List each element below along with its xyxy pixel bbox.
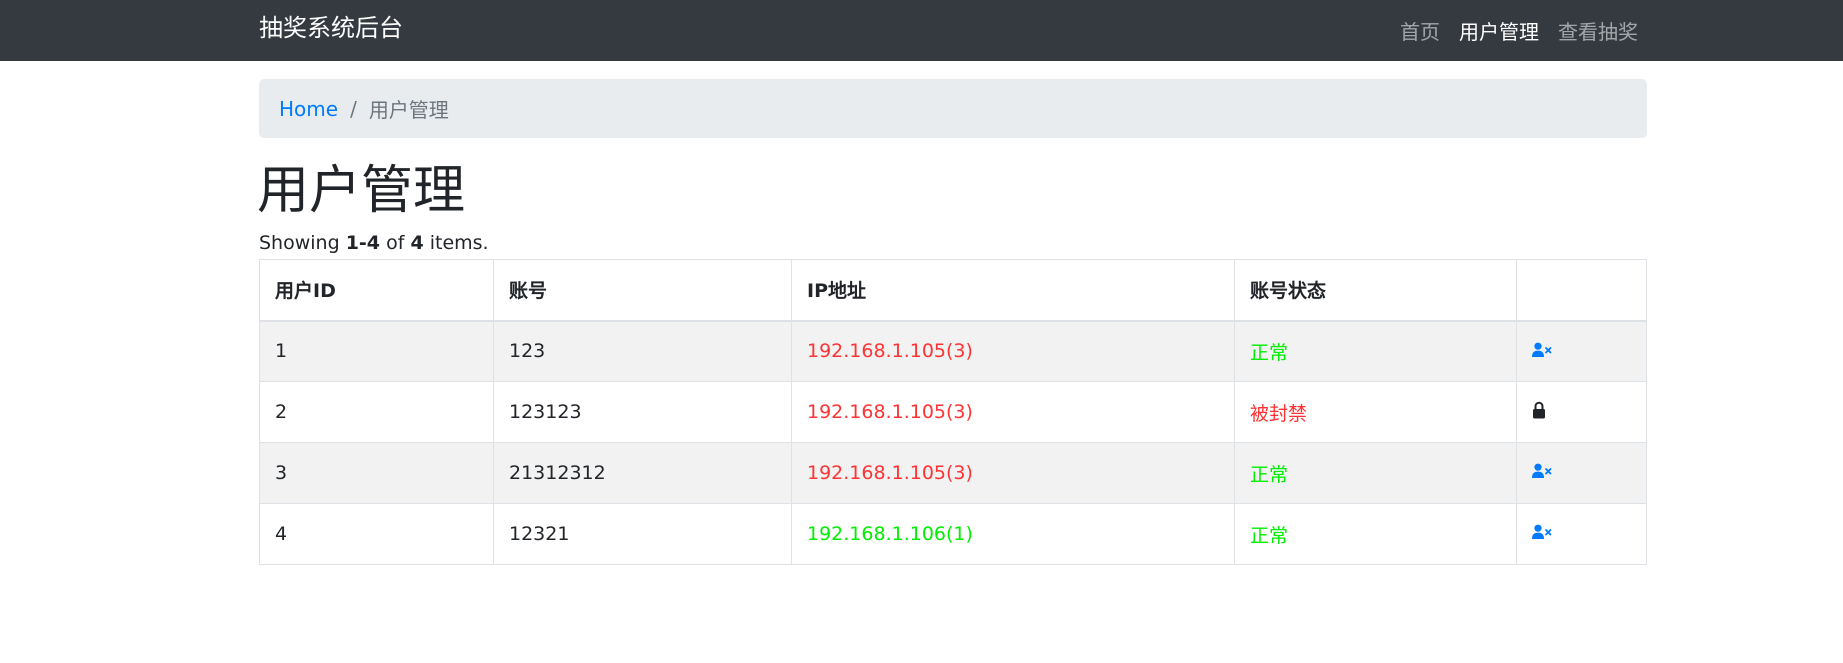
user-ban-icon[interactable]	[1532, 341, 1552, 363]
table-row: 2 123123 192.168.1.105(3) 被封禁	[259, 381, 1647, 443]
summary-suffix: items.	[429, 232, 489, 254]
user-ban-icon[interactable]	[1532, 523, 1552, 545]
lock-icon[interactable]	[1532, 401, 1546, 424]
users-table: 用户ID 账号 IP地址 账号状态 1 123 192.168.1.105(3)…	[259, 259, 1647, 565]
column-header-user-id[interactable]: 用户ID	[259, 259, 494, 322]
cell-action	[1516, 381, 1647, 443]
cell-status: 正常	[1234, 442, 1517, 504]
brand-link[interactable]: 抽奖系统后台	[259, 0, 403, 61]
breadcrumb-current: 用户管理	[368, 98, 449, 122]
cell-ip: 192.168.1.105(3)	[791, 442, 1235, 504]
summary-range: 1-4	[345, 232, 381, 254]
nav-menu: 首页 用户管理 查看抽奖	[1381, 0, 1638, 61]
user-ban-icon[interactable]	[1532, 462, 1552, 484]
cell-account: 12321	[493, 503, 792, 565]
column-header-actions	[1516, 259, 1647, 322]
cell-account: 123	[493, 320, 792, 382]
cell-action	[1516, 442, 1647, 504]
cell-user-id: 4	[259, 503, 494, 565]
cell-ip: 192.168.1.105(3)	[791, 381, 1235, 443]
cell-account: 21312312	[493, 442, 792, 504]
cell-ip: 192.168.1.105(3)	[791, 320, 1235, 382]
table-row: 3 21312312 192.168.1.105(3) 正常	[259, 442, 1647, 504]
cell-status: 正常	[1234, 320, 1517, 382]
results-summary: Showing 1-4 of 4 items.	[259, 232, 489, 254]
nav-item-view-lottery[interactable]: 查看抽奖	[1558, 16, 1638, 45]
summary-total: 4	[410, 232, 424, 254]
cell-status: 正常	[1234, 503, 1517, 565]
cell-ip: 192.168.1.106(1)	[791, 503, 1235, 565]
summary-of: of	[386, 232, 405, 254]
cell-action	[1516, 503, 1647, 565]
nav-item-home[interactable]: 首页	[1400, 16, 1440, 45]
column-header-ip[interactable]: IP地址	[791, 259, 1235, 322]
cell-user-id: 3	[259, 442, 494, 504]
nav-item-user-management[interactable]: 用户管理	[1459, 16, 1539, 45]
summary-prefix: Showing	[259, 232, 340, 254]
cell-user-id: 1	[259, 320, 494, 382]
column-header-account[interactable]: 账号	[493, 259, 792, 322]
cell-user-id: 2	[259, 381, 494, 443]
breadcrumb-separator: /	[350, 96, 357, 121]
breadcrumb: Home / 用户管理	[259, 79, 1647, 138]
table-row: 4 12321 192.168.1.106(1) 正常	[259, 503, 1647, 565]
breadcrumb-home-link[interactable]: Home	[279, 97, 338, 121]
top-navbar: 抽奖系统后台 首页 用户管理 查看抽奖	[0, 0, 1843, 61]
table-row: 1 123 192.168.1.105(3) 正常	[259, 320, 1647, 382]
cell-status: 被封禁	[1234, 381, 1517, 443]
column-header-status[interactable]: 账号状态	[1234, 259, 1517, 322]
cell-account: 123123	[493, 381, 792, 443]
cell-action	[1516, 320, 1647, 382]
table-header-row: 用户ID 账号 IP地址 账号状态	[259, 259, 1647, 322]
page-title: 用户管理	[257, 161, 466, 221]
